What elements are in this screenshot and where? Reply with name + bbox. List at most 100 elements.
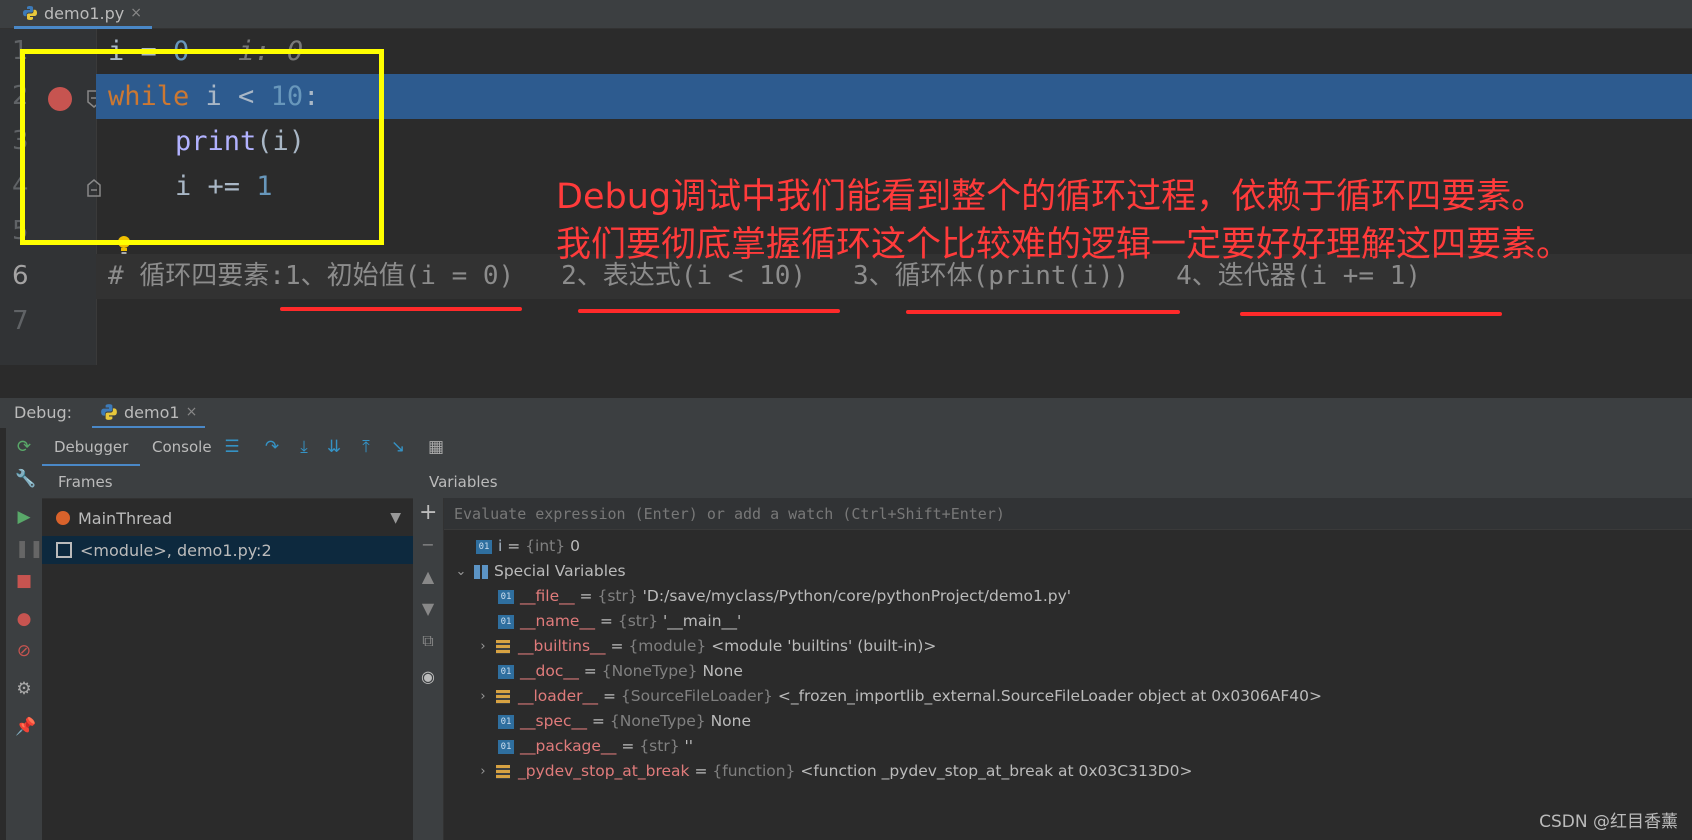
thread-name: MainThread (78, 508, 173, 528)
debug-session-label: demo1 (124, 402, 180, 422)
red-underline (906, 310, 1180, 314)
variable-type: {str} (597, 587, 638, 605)
variable-value: 'D:/save/myclass/Python/core/pythonProje… (642, 587, 1072, 605)
thread-selector[interactable]: MainThread ▼ (42, 502, 413, 534)
annotation-line-1: Debug调试中我们能看到整个的循环过程，依赖于循环四要素。 (556, 177, 1547, 217)
object-icon (496, 764, 510, 779)
variable-name: _pydev_stop_at_break (518, 762, 690, 780)
variable-row[interactable]: 01 __spec__ = {NoneType} None (498, 709, 751, 734)
variable-name: __builtins__ (518, 637, 606, 655)
variable-type: {str} (639, 737, 680, 755)
variable-name: __package__ (520, 737, 617, 755)
step-into-icon[interactable]: ⤓ (294, 437, 314, 457)
code-editor[interactable]: 1 2 3 4 5 6 7 i = 0 i: 0 while i < 10: p… (0, 29, 1692, 365)
variable-name: __doc__ (520, 662, 579, 680)
variable-name: __file__ (520, 587, 575, 605)
variable-row[interactable]: 01 __doc__ = {NoneType} None (498, 659, 743, 684)
remove-watch-icon[interactable]: − (419, 536, 437, 554)
stack-frame-row[interactable]: <module>, demo1.py:2 (42, 536, 413, 564)
add-watch-icon[interactable]: + (419, 502, 437, 524)
variables-header-label: Variables (429, 473, 498, 491)
variable-value: 0 (570, 537, 580, 555)
editor-tab-demo1[interactable]: demo1.py × (14, 0, 152, 29)
tab-debugger[interactable]: Debugger (42, 428, 141, 466)
debug-session-tab[interactable]: demo1 × (92, 398, 206, 429)
variable-type: {function} (712, 762, 796, 780)
line-number: 6 (12, 261, 29, 291)
int-01-icon: 01 (498, 664, 514, 679)
chevron-down-icon[interactable]: ▼ (390, 510, 401, 526)
variable-value: <function _pydev_stop_at_break at 0x03C3… (800, 762, 1193, 780)
pause-icon[interactable]: ❚❚ (15, 540, 44, 558)
chevron-right-icon[interactable]: › (476, 759, 490, 784)
eye-icon[interactable]: ◉ (419, 668, 437, 686)
move-down-icon[interactable]: ▼ (419, 600, 437, 618)
variable-type: {str} (617, 612, 659, 630)
variable-name: i (498, 537, 503, 555)
variable-value: '' (684, 737, 694, 755)
debug-session-close-icon[interactable]: × (186, 404, 198, 420)
wrench-icon[interactable]: 🔧 (15, 470, 36, 488)
chevron-right-icon[interactable]: › (476, 634, 490, 659)
variable-row[interactable]: › __builtins__ = {module} <module 'built… (476, 634, 936, 659)
pin-icon[interactable]: 📌 (15, 718, 36, 736)
watermark: CSDN @红目香薰 (1539, 812, 1678, 832)
copy-icon[interactable]: ⧉ (419, 632, 437, 650)
variable-type: {module} (628, 637, 707, 655)
resume-icon[interactable]: ▶ (15, 508, 33, 526)
python-icon (101, 404, 117, 420)
rerun-icon[interactable]: ⟳ (15, 438, 33, 456)
variable-row[interactable]: 01 i = {int} 0 (476, 534, 580, 559)
variable-type: {SourceFileLoader} (620, 687, 773, 705)
variable-row[interactable]: › __loader__ = {SourceFileLoader} <_froz… (476, 684, 1322, 709)
view-breakpoints-icon[interactable]: ● (15, 610, 33, 628)
tutorial-annotation: Debug调试中我们能看到整个的循环过程，依赖于循环四要素。 我们要彻底掌握循环… (556, 173, 1571, 269)
frame-icon (56, 542, 72, 558)
highlight-box-annotation (20, 49, 384, 245)
evaluate-expression-icon[interactable]: ▦ (426, 437, 446, 457)
chevron-right-icon[interactable]: › (476, 684, 490, 709)
debug-left-toolbar: ⟳ 🔧 ▶ ❚❚ ■ ● ⊘ ⚙ 📌 (6, 428, 44, 840)
tab-console[interactable]: Console (140, 428, 224, 464)
variable-type: {NoneType} (609, 712, 706, 730)
variable-row[interactable]: › _pydev_stop_at_break = {function} <fun… (476, 759, 1192, 784)
editor-tab-label: demo1.py (44, 3, 125, 23)
variable-type: {NoneType} (601, 662, 698, 680)
variable-row[interactable]: 01 __file__ = {str} 'D:/save/myclass/Pyt… (498, 584, 1071, 609)
variable-value: <module 'builtins' (built-in)> (711, 637, 937, 655)
move-up-icon[interactable]: ▲ (419, 568, 437, 586)
step-into-my-code-icon[interactable]: ⇊ (324, 437, 344, 457)
python-file-icon (23, 6, 37, 20)
editor-tab-close-icon[interactable]: × (130, 5, 142, 21)
variable-value: None (702, 662, 743, 680)
variable-row[interactable]: 01 __name__ = {str} '__main__' (498, 609, 741, 634)
int-01-icon: 01 (476, 539, 492, 554)
int-01-icon: 01 (498, 739, 514, 754)
evaluate-expression-input[interactable]: Evaluate expression (Enter) or add a wat… (444, 498, 1692, 530)
variable-value: <_frozen_importlib_external.SourceFileLo… (777, 687, 1322, 705)
variable-value: None (710, 712, 752, 730)
chevron-down-icon[interactable]: ⌄ (454, 559, 468, 584)
grid-icon (474, 564, 488, 579)
object-icon (496, 639, 510, 654)
variables-toolbar: + − ▲ ▼ ⧉ ◉ (413, 498, 444, 840)
editor-tab-strip: demo1.py × (0, 0, 1692, 29)
stop-icon[interactable]: ■ (15, 572, 33, 590)
step-out-icon[interactable]: ⤒ (356, 437, 376, 457)
debugger-tab-bar: Debugger Console ☰ ↷ ⤓ ⇊ ⤒ ↘ ▦ (42, 428, 1692, 467)
frames-header: Frames (42, 466, 413, 499)
settings-gear-icon[interactable]: ⚙ (15, 680, 33, 698)
debug-tool-window-header: Debug: demo1 × (0, 398, 1692, 429)
thread-status-icon (56, 511, 70, 525)
mute-breakpoints-icon[interactable]: ⊘ (15, 642, 33, 660)
red-underline (280, 307, 522, 311)
layout-menu-icon[interactable]: ☰ (222, 437, 242, 457)
object-icon (496, 689, 510, 704)
variable-group-row[interactable]: ⌄ Special Variables (454, 559, 626, 584)
step-over-icon[interactable]: ↷ (262, 437, 282, 457)
stack-frame-label: <module>, demo1.py:2 (80, 540, 272, 560)
variable-value: '__main__' (663, 612, 742, 630)
variable-name: __loader__ (518, 687, 599, 705)
variable-row[interactable]: 01 __package__ = {str} '' (498, 734, 693, 759)
run-to-cursor-icon[interactable]: ↘ (388, 437, 408, 457)
